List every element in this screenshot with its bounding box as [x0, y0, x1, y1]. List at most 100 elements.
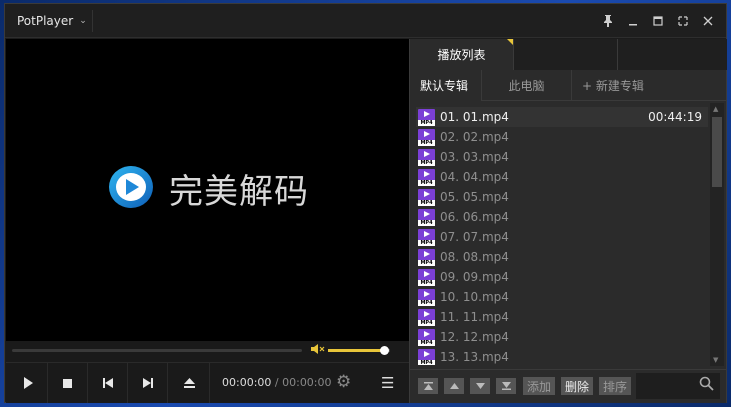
album-default[interactable]: 默认专辑: [410, 70, 482, 101]
volume-slider[interactable]: [328, 346, 390, 355]
eject-icon: [184, 378, 195, 388]
sort-button[interactable]: 排序: [599, 377, 632, 395]
move-top-button[interactable]: [418, 378, 438, 394]
move-down-button[interactable]: [470, 378, 490, 394]
playlist-item[interactable]: MP4 11. 11.mp4: [416, 307, 708, 327]
file-type-label: MP4: [418, 279, 435, 286]
file-type-label: MP4: [418, 119, 435, 126]
playlist-item-label: 05. 05.mp4: [440, 190, 509, 204]
mp4-file-icon: MP4: [418, 188, 435, 206]
previous-icon: [102, 378, 113, 388]
stop-button[interactable]: [48, 363, 88, 403]
search-box[interactable]: [636, 373, 720, 399]
menu-icon[interactable]: ☰: [381, 374, 394, 392]
maximize-icon[interactable]: [645, 10, 670, 32]
scrollbar-thumb[interactable]: [712, 117, 722, 187]
playlist-item[interactable]: MP4 10. 10.mp4: [416, 287, 708, 307]
minimize-icon[interactable]: [620, 10, 645, 32]
pin-icon[interactable]: [595, 10, 620, 32]
mp4-file-icon: MP4: [418, 208, 435, 226]
file-type-label: MP4: [418, 319, 435, 326]
mp4-file-icon: MP4: [418, 348, 435, 365]
mp4-file-icon: MP4: [418, 288, 435, 306]
mp4-file-icon: MP4: [418, 148, 435, 166]
play-icon: [23, 377, 33, 389]
total-duration: 00:00:00: [282, 376, 332, 389]
move-up-icon: [449, 383, 459, 389]
time-display: 00:00:00 / 00:00:00: [222, 376, 332, 389]
play-button[interactable]: [8, 363, 48, 403]
eject-button[interactable]: [170, 363, 210, 403]
playlist-item[interactable]: MP4 05. 05.mp4: [416, 187, 708, 207]
mp4-file-icon: MP4: [418, 228, 435, 246]
playlist-item-label: 01. 01.mp4: [440, 110, 509, 124]
gear-icon[interactable]: ⚙: [336, 372, 351, 392]
playlist-item-label: 08. 08.mp4: [440, 250, 509, 264]
panel-tabs: 播放列表: [410, 39, 727, 70]
mp4-file-icon: MP4: [418, 328, 435, 346]
potplayer-window: PotPlayer ⌄ 完美解码 00:00:00 / 00:00:00 ⚙ ☰…: [4, 3, 727, 403]
playlist-item[interactable]: MP4 12. 12.mp4: [416, 327, 708, 347]
file-type-label: MP4: [418, 159, 435, 166]
playlist: MP4 01. 01.mp4 00:44:19 MP4 02. 02.mp4 MP4 03.…: [416, 107, 708, 365]
playlist-item[interactable]: MP4 03. 03.mp4: [416, 147, 708, 167]
move-bottom-button[interactable]: [496, 378, 516, 394]
volume-level: [328, 349, 384, 352]
window-controls: [595, 10, 720, 32]
album-this-pc[interactable]: 此电脑: [482, 70, 572, 101]
playlist-scrollbar[interactable]: ▲ ▼: [710, 103, 724, 366]
next-icon: [142, 378, 153, 388]
file-type-label: MP4: [418, 299, 435, 306]
playlist-item-label: 13. 13.mp4: [440, 350, 509, 364]
playlist-item[interactable]: MP4 13. 13.mp4: [416, 347, 708, 365]
playlist-item-label: 10. 10.mp4: [440, 290, 509, 304]
playlist-item-label: 04. 04.mp4: [440, 170, 509, 184]
playlist-item[interactable]: MP4 06. 06.mp4: [416, 207, 708, 227]
playlist-item[interactable]: MP4 09. 09.mp4: [416, 267, 708, 287]
video-area[interactable]: 完美解码: [6, 39, 409, 341]
add-button[interactable]: 添加: [523, 377, 556, 395]
playlist-item-duration: 00:44:19: [648, 110, 702, 124]
playlist-item[interactable]: MP4 04. 04.mp4: [416, 167, 708, 187]
file-type-label: MP4: [418, 259, 435, 266]
delete-button[interactable]: 删除: [561, 377, 594, 395]
volume-icon[interactable]: [311, 343, 325, 358]
next-button[interactable]: [128, 363, 168, 403]
move-down-icon: [475, 383, 485, 389]
play-logo-icon: [104, 163, 154, 211]
previous-button[interactable]: [88, 363, 128, 403]
new-album-button[interactable]: + 新建专辑: [572, 70, 727, 101]
playlist-item-label: 07. 07.mp4: [440, 230, 509, 244]
file-type-label: MP4: [418, 239, 435, 246]
mp4-file-icon: MP4: [418, 268, 435, 286]
search-icon[interactable]: [699, 376, 714, 395]
file-type-label: MP4: [418, 339, 435, 346]
scroll-down-icon[interactable]: ▼: [713, 356, 718, 364]
tab-playlist[interactable]: 播放列表: [410, 39, 514, 70]
control-bar: 00:00:00 / 00:00:00 ⚙ ☰: [6, 341, 409, 403]
logo-text: 完美解码: [169, 172, 309, 212]
playlist-item-label: 11. 11.mp4: [440, 310, 509, 324]
playlist-item-label: 02. 02.mp4: [440, 130, 509, 144]
file-type-label: MP4: [418, 139, 435, 146]
playlist-item-label: 06. 06.mp4: [440, 210, 509, 224]
scroll-up-icon[interactable]: ▲: [713, 105, 718, 113]
fullscreen-icon[interactable]: [670, 10, 695, 32]
seek-bar[interactable]: [12, 349, 302, 352]
move-up-button[interactable]: [444, 378, 464, 394]
move-top-icon: [423, 382, 433, 390]
stop-icon: [63, 378, 72, 388]
tab-empty-2[interactable]: [618, 39, 722, 70]
playlist-item-label: 03. 03.mp4: [440, 150, 509, 164]
playlist-item[interactable]: MP4 01. 01.mp4 00:44:19: [416, 107, 708, 127]
playlist-item[interactable]: MP4 07. 07.mp4: [416, 227, 708, 247]
chevron-down-icon: ⌄: [79, 16, 87, 26]
control-row: 00:00:00 / 00:00:00 ⚙ ☰: [6, 362, 409, 403]
app-menu-button[interactable]: PotPlayer ⌄: [9, 10, 93, 32]
playlist-item[interactable]: MP4 08. 08.mp4: [416, 247, 708, 267]
playlist-item[interactable]: MP4 02. 02.mp4: [416, 127, 708, 147]
volume-knob[interactable]: [379, 346, 389, 355]
file-type-label: MP4: [418, 219, 435, 226]
close-icon[interactable]: [695, 10, 720, 32]
tab-empty-1[interactable]: [514, 39, 618, 70]
